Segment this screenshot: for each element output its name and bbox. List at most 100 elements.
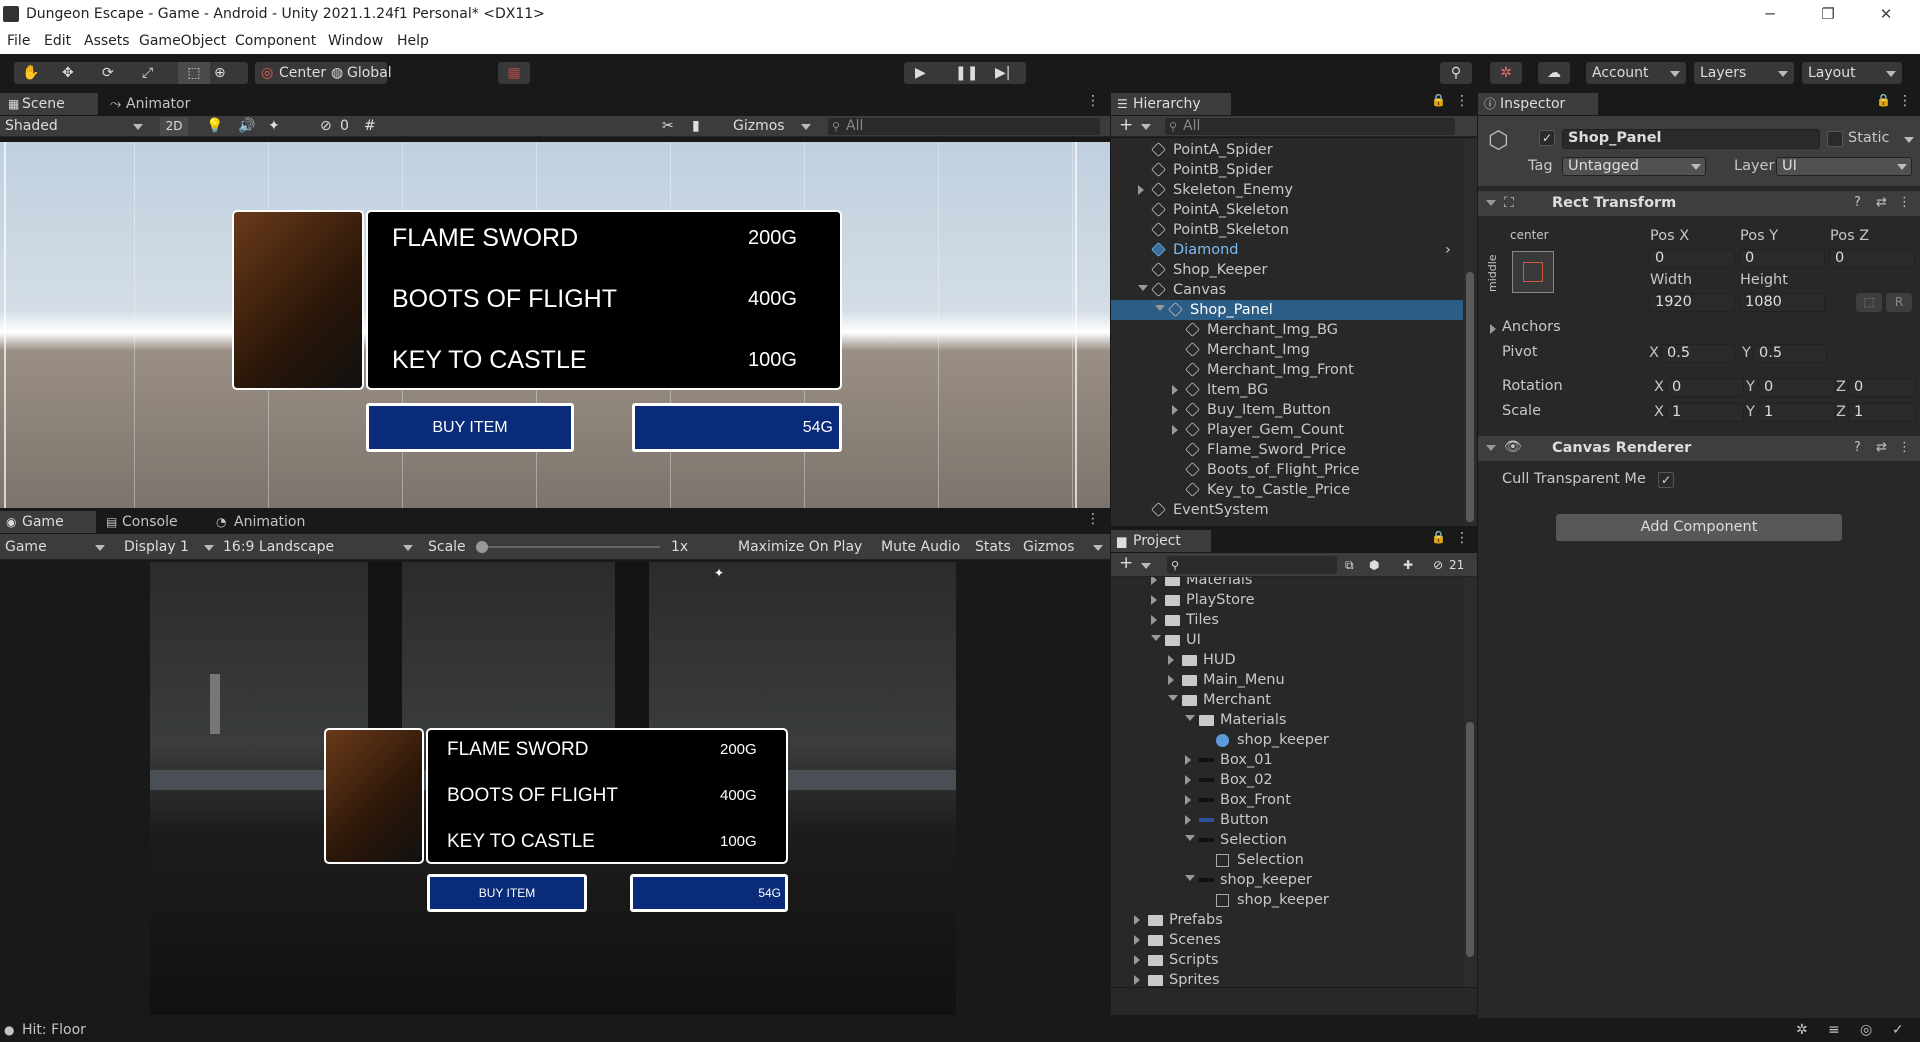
menu-gameobject[interactable]: GameObject [139, 33, 226, 49]
rotation-y-field[interactable]: 0 [1758, 378, 1836, 397]
expand-right-icon[interactable] [1134, 915, 1140, 925]
audio-icon[interactable]: 🔊 [238, 117, 255, 136]
aspect-dropdown[interactable]: 16:9 Landscape [223, 538, 415, 557]
shading-dropdown[interactable]: Shaded [5, 117, 145, 136]
project-item[interactable]: UI [1111, 630, 1463, 650]
cull-transparent-checkbox[interactable]: ✓ [1658, 472, 1674, 488]
scale-slider-track[interactable] [480, 546, 660, 548]
maximize-on-play-toggle[interactable]: Maximize On Play [738, 538, 862, 557]
hierarchy-item[interactable]: Merchant_Img_BG [1111, 320, 1463, 340]
2d-toggle[interactable]: 2D [160, 117, 188, 136]
scale-z-field[interactable]: 1 [1848, 403, 1916, 422]
project-item[interactable]: Selection [1111, 830, 1463, 850]
layers-dropdown[interactable]: Layers [1694, 62, 1794, 84]
object-name-field[interactable]: Shop_Panel [1562, 129, 1820, 149]
project-item[interactable]: Materials [1111, 710, 1463, 730]
project-item[interactable]: HUD [1111, 650, 1463, 670]
project-item[interactable]: Box_Front [1111, 790, 1463, 810]
anchor-preset-button[interactable] [1512, 251, 1554, 293]
canvas-renderer-header[interactable]: 👁 Canvas Renderer ? ⇄ ⋮ [1478, 436, 1920, 461]
tab-inspector[interactable]: ⓘ Inspector [1478, 93, 1598, 115]
expand-right-icon[interactable] [1168, 675, 1174, 685]
help-icon[interactable]: ? [1854, 195, 1861, 210]
scale-y-field[interactable]: 1 [1758, 403, 1836, 422]
project-item[interactable]: Prefabs [1111, 910, 1463, 930]
menu-component[interactable]: Component [235, 33, 316, 49]
add-component-button[interactable]: Add Component [1556, 514, 1842, 541]
effects-icon[interactable]: ✦ [268, 117, 280, 136]
posy-field[interactable]: 0 [1739, 249, 1825, 268]
blueprint-mode-button[interactable]: ⬚ [1856, 293, 1882, 312]
tab-scene[interactable]: ▦ Scene [0, 93, 98, 115]
stats-toggle[interactable]: Stats [975, 538, 1011, 557]
hierarchy-item[interactable]: EventSystem [1111, 500, 1463, 520]
item-bg[interactable]: FLAME SWORD 200G BOOTS OF FLIGHT 400G KE… [366, 210, 842, 390]
active-checkbox[interactable]: ✓ [1539, 130, 1555, 146]
panel-menu-icon[interactable]: ⋮ [1455, 93, 1469, 109]
search-by-type-icon[interactable]: ⧉ [1345, 556, 1354, 575]
camera-icon[interactable]: ▮ [692, 117, 700, 136]
project-item[interactable]: Scripts [1111, 950, 1463, 970]
component-menu-icon[interactable]: ⋮ [1898, 195, 1911, 210]
expand-right-icon[interactable] [1134, 935, 1140, 945]
search-icon[interactable]: ⚲ [1440, 62, 1472, 84]
rotate-tool-icon[interactable]: ⟳ [102, 62, 114, 84]
expand-right-icon[interactable] [1134, 955, 1140, 965]
expand-right-icon[interactable] [1134, 975, 1140, 985]
merchant-image[interactable] [232, 210, 364, 390]
scene-search-input[interactable]: ⚲ All [828, 118, 1100, 135]
cloud-icon[interactable]: ☁ [1538, 62, 1570, 84]
static-checkbox[interactable] [1827, 131, 1843, 147]
hierarchy-item[interactable]: PointA_Skeleton [1111, 200, 1463, 220]
project-item[interactable]: Tiles [1111, 610, 1463, 630]
gizmos-dropdown[interactable]: Gizmos [733, 117, 815, 136]
chevron-right-icon[interactable] [1490, 324, 1496, 334]
global-button[interactable]: Global [347, 62, 392, 84]
pivot-x-field[interactable]: 0.5 [1661, 344, 1735, 363]
expand-right-icon[interactable] [1185, 815, 1191, 825]
settings-icon[interactable]: ⇄ [1876, 195, 1887, 210]
item-name[interactable]: BOOTS OF FLIGHT [392, 285, 617, 314]
project-item[interactable]: Selection [1111, 850, 1463, 870]
tab-animator[interactable]: ⤳ Animator [100, 93, 210, 115]
project-item[interactable]: Scenes [1111, 930, 1463, 950]
scale-x-field[interactable]: 1 [1666, 403, 1744, 422]
project-item[interactable]: Merchant [1111, 690, 1463, 710]
progress-icon[interactable]: ◎ [1860, 1018, 1872, 1042]
account-dropdown[interactable]: Account [1586, 62, 1686, 84]
tab-project[interactable]: ▆ Project [1111, 530, 1211, 552]
rotation-z-field[interactable]: 0 [1848, 378, 1916, 397]
project-item[interactable]: shop_keeper [1111, 730, 1463, 750]
panel-menu-icon[interactable]: ⋮ [1086, 93, 1100, 109]
project-item[interactable]: Main_Menu [1111, 670, 1463, 690]
check-icon[interactable]: ✓ [1892, 1018, 1904, 1042]
hierarchy-item[interactable]: Boots_of_Flight_Price [1111, 460, 1463, 480]
posx-field[interactable]: 0 [1649, 249, 1735, 268]
tab-console[interactable]: ▤ Console [98, 511, 198, 533]
hierarchy-item[interactable]: PointA_Spider [1111, 140, 1463, 160]
tab-animation[interactable]: ◔ Animation [210, 511, 320, 533]
expand-down-icon[interactable] [1185, 715, 1195, 721]
center-button[interactable]: Center [279, 62, 326, 84]
item-name[interactable]: FLAME SWORD [392, 224, 578, 253]
expand-down-icon[interactable] [1138, 285, 1148, 291]
anchors-label[interactable]: Anchors [1502, 319, 1561, 335]
game-view[interactable]: ✦ FLAME SWORD 200G BOOTS OF FLIGHT 400G … [150, 562, 956, 1015]
grid-toggle-icon[interactable]: # [364, 117, 376, 136]
expand-right-icon[interactable] [1172, 405, 1178, 415]
rotation-x-field[interactable]: 0 [1666, 378, 1744, 397]
game-buy-item-button[interactable]: BUY ITEM [427, 874, 587, 912]
hierarchy-scroll-thumb[interactable] [1466, 272, 1474, 522]
scale-tool-icon[interactable]: ⤢ [142, 62, 153, 84]
chevron-right-icon[interactable]: › [1445, 240, 1451, 260]
expand-right-icon[interactable] [1185, 775, 1191, 785]
scale-slider-handle[interactable] [476, 541, 488, 553]
lock-icon[interactable]: 🔒 [1876, 93, 1891, 107]
hierarchy-item[interactable]: Buy_Item_Button [1111, 400, 1463, 420]
game-item-name[interactable]: KEY TO CASTLE [447, 831, 595, 853]
close-button[interactable]: ✕ [1858, 0, 1914, 29]
rect-transform-header[interactable]: ⛶ Rect Transform ? ⇄ ⋮ [1478, 191, 1920, 216]
pause-icon[interactable]: ❚❚ [955, 62, 978, 84]
panel-menu-icon[interactable]: ⋮ [1086, 511, 1100, 527]
expand-right-icon[interactable] [1185, 795, 1191, 805]
